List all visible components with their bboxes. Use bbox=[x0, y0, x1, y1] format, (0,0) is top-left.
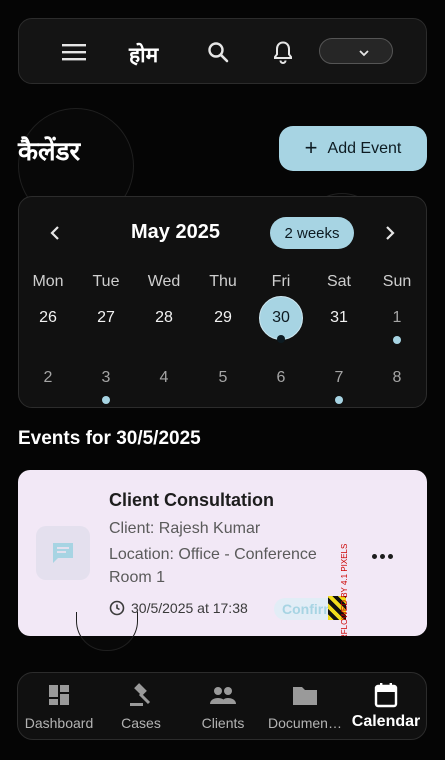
nav-label: Documen… bbox=[268, 715, 342, 731]
calendar-day[interactable]: 4 bbox=[139, 356, 189, 400]
calendar-day[interactable]: 26 bbox=[23, 296, 73, 340]
calendar-day[interactable]: 27 bbox=[81, 296, 131, 340]
event-client: Client: Rajesh Kumar bbox=[109, 520, 261, 537]
more-options-icon[interactable] bbox=[370, 546, 394, 566]
view-format-toggle[interactable]: 2 weeks bbox=[270, 217, 354, 249]
nav-item-clients[interactable]: Clients bbox=[182, 681, 264, 735]
search-icon[interactable] bbox=[205, 39, 231, 65]
month-label: May 2025 bbox=[131, 221, 220, 243]
event-title: Client Consultation bbox=[109, 490, 274, 510]
top-app-bar: होम bbox=[18, 18, 427, 84]
folder-icon bbox=[264, 681, 346, 709]
day-number: 26 bbox=[39, 309, 57, 326]
day-number: 1 bbox=[392, 309, 402, 326]
event-indicator-dot bbox=[393, 336, 401, 344]
bottom-navigation: Dashboard Cases Clients Documen… Calenda… bbox=[17, 672, 427, 740]
nav-label: Cases bbox=[121, 715, 161, 731]
weekday-label: Sun bbox=[382, 273, 412, 290]
calendar-day[interactable]: 1 bbox=[372, 296, 422, 344]
nav-item-documents[interactable]: Documen… bbox=[264, 681, 346, 735]
day-number: 29 bbox=[214, 309, 232, 326]
previous-month-icon[interactable] bbox=[45, 223, 65, 243]
day-number: 8 bbox=[392, 369, 402, 386]
day-number: 30 bbox=[272, 309, 290, 326]
chevron-down-icon bbox=[358, 44, 370, 63]
calendar-day[interactable]: 6 bbox=[256, 356, 306, 400]
calendar-day[interactable]: 2 bbox=[23, 356, 73, 400]
menu-icon[interactable] bbox=[61, 39, 87, 65]
weekday-label: Tue bbox=[92, 273, 120, 290]
nav-item-dashboard[interactable]: Dashboard bbox=[18, 681, 100, 735]
event-location: Location: Office - Conference Room 1 bbox=[109, 546, 317, 586]
event-indicator-dot bbox=[335, 396, 343, 404]
notification-bell-icon[interactable] bbox=[270, 39, 296, 65]
day-number: 27 bbox=[97, 309, 115, 326]
events-heading: Events for 30/5/2025 bbox=[18, 428, 201, 449]
day-number: 6 bbox=[276, 369, 286, 386]
chat-bubble-icon bbox=[53, 543, 73, 563]
overflow-warning-text: RFLOWED BY 4.1 PIXELS bbox=[340, 543, 349, 636]
calendar-day[interactable]: 7 bbox=[314, 356, 364, 404]
calendar-header: May 2025 2 weeks bbox=[19, 197, 428, 269]
weekday-label: Sat bbox=[326, 273, 351, 290]
add-event-label: Add Event bbox=[327, 139, 402, 157]
calendar-day[interactable]: 28 bbox=[139, 296, 189, 340]
day-number: 31 bbox=[330, 309, 348, 326]
weekday-label: Thu bbox=[209, 273, 237, 290]
weekday-label: Fri bbox=[271, 273, 291, 290]
calendar-icon bbox=[345, 681, 427, 709]
nav-label: Calendar bbox=[351, 713, 421, 730]
weekday-label: Mon bbox=[32, 273, 64, 290]
add-event-button[interactable]: + Add Event bbox=[279, 126, 427, 171]
nav-item-cases[interactable]: Cases bbox=[100, 681, 182, 735]
day-number: 4 bbox=[159, 369, 169, 386]
calendar-day[interactable]: 8 bbox=[372, 356, 422, 400]
next-month-icon[interactable] bbox=[380, 223, 400, 243]
calendar-day[interactable]: 29 bbox=[198, 296, 248, 340]
nav-item-calendar[interactable]: Calendar bbox=[345, 681, 427, 735]
nav-label: Dashboard bbox=[24, 715, 94, 731]
event-indicator-dot bbox=[277, 335, 285, 343]
page-title: कैलेंडर bbox=[18, 137, 81, 167]
nav-label: Clients bbox=[201, 715, 245, 731]
dashboard-icon bbox=[18, 681, 100, 709]
day-number: 3 bbox=[101, 369, 111, 386]
decorative-circle bbox=[76, 612, 138, 651]
day-number: 2 bbox=[43, 369, 53, 386]
calendar-day-selected[interactable]: 30 bbox=[256, 296, 306, 343]
gavel-icon bbox=[100, 681, 182, 709]
event-type-icon-box bbox=[36, 526, 90, 580]
calendar-card: May 2025 2 weeks Mon Tue Wed Thu Fri Sat… bbox=[18, 196, 427, 408]
people-icon bbox=[182, 681, 264, 709]
plus-icon: + bbox=[304, 134, 318, 160]
day-number: 5 bbox=[218, 369, 228, 386]
event-indicator-dot bbox=[102, 396, 110, 404]
calendar-day[interactable]: 5 bbox=[198, 356, 248, 400]
calendar-day[interactable]: 31 bbox=[314, 296, 364, 340]
event-datetime-text: 30/5/2025 at 17:38 bbox=[131, 600, 248, 616]
weekday-label: Wed bbox=[147, 273, 181, 290]
day-number: 7 bbox=[334, 369, 344, 386]
day-number: 28 bbox=[155, 309, 173, 326]
profile-menu-button[interactable] bbox=[319, 38, 393, 64]
header-title: होम bbox=[129, 43, 159, 67]
calendar-day[interactable]: 3 bbox=[81, 356, 131, 404]
